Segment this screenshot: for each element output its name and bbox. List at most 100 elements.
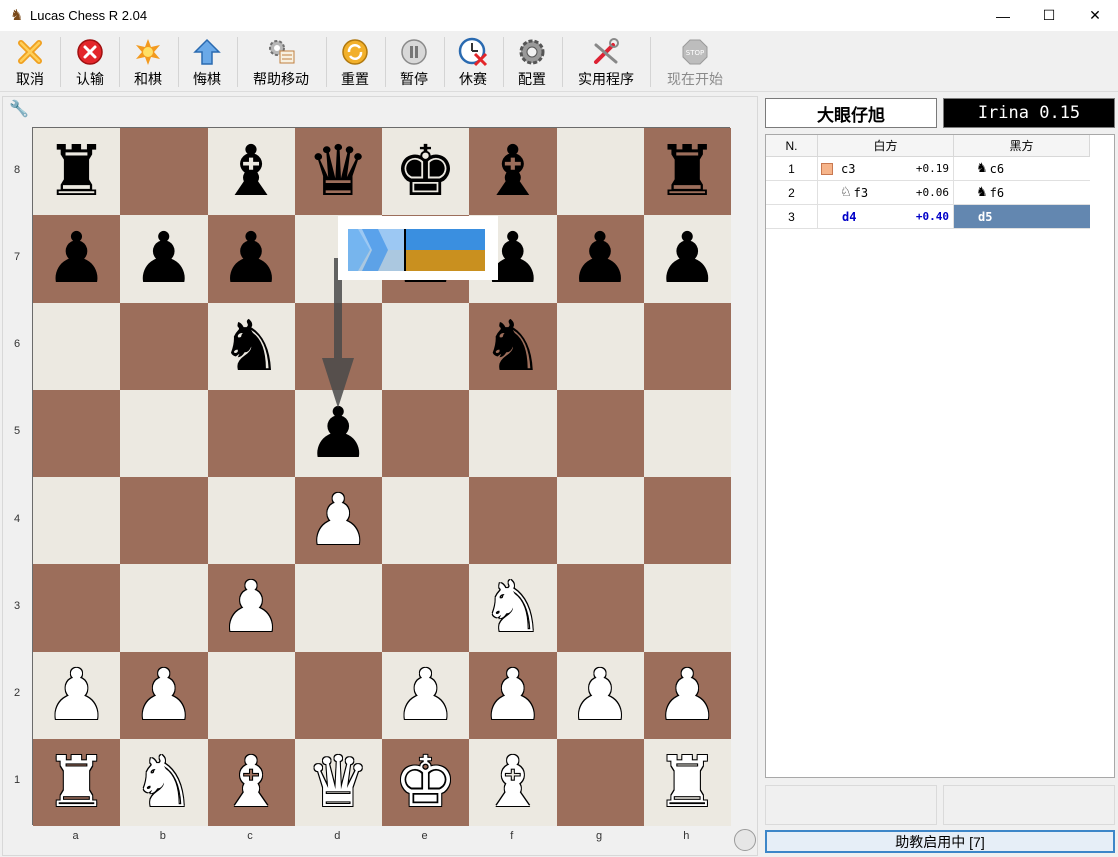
white-queen-d1[interactable]: ♛ <box>295 739 382 826</box>
tutor-status[interactable]: 助教启用中 [7] <box>765 830 1115 853</box>
square-d6[interactable] <box>294 302 382 390</box>
adjourn-button[interactable]: 休赛 <box>449 33 497 89</box>
white-move-san: f3 <box>853 185 869 200</box>
square-e3[interactable] <box>382 564 470 652</box>
square-a3[interactable] <box>33 564 121 652</box>
white-move-cell[interactable]: d4 +0.40 <box>818 205 954 228</box>
square-a4[interactable] <box>33 477 121 565</box>
pause-button[interactable]: 暂停 <box>390 33 438 89</box>
resign-red-circle-icon <box>75 37 105 67</box>
white-bishop-f1[interactable]: ♝ <box>469 739 556 826</box>
white-pawn-c3[interactable]: ♟ <box>208 564 295 651</box>
square-d3[interactable] <box>294 564 382 652</box>
main-toolbar: 取消 认输 和棋 悔棋 帮助移动 重置 暂停 休赛 配置 实用程序 STOP 现… <box>0 31 1118 92</box>
wrench-icon[interactable]: 🔧 <box>9 99 29 118</box>
config-label: 配置 <box>518 71 546 87</box>
square-a6[interactable] <box>33 302 121 390</box>
black-move-cell[interactable]: ♞ f6 <box>954 181 1090 204</box>
black-pawn-c7[interactable]: ♟ <box>208 215 295 302</box>
black-rook-h8[interactable]: ♜ <box>644 128 731 215</box>
square-h4[interactable] <box>643 477 731 565</box>
black-rook-a8[interactable]: ♜ <box>33 128 120 215</box>
draw-star-icon <box>133 37 163 67</box>
square-e6[interactable] <box>382 302 470 390</box>
square-h5[interactable] <box>643 389 731 477</box>
square-g8[interactable] <box>556 128 644 216</box>
black-bishop-f8[interactable]: ♝ <box>469 128 556 215</box>
draw-button[interactable]: 和棋 <box>124 33 172 89</box>
white-pawn-b2[interactable]: ♟ <box>120 652 207 739</box>
square-g5[interactable] <box>556 389 644 477</box>
maximize-button[interactable]: ☐ <box>1026 0 1072 31</box>
white-rook-a1[interactable]: ♜ <box>33 739 120 826</box>
resign-button[interactable]: 认输 <box>66 33 114 89</box>
square-g3[interactable] <box>556 564 644 652</box>
square-g4[interactable] <box>556 477 644 565</box>
black-pawn-a7[interactable]: ♟ <box>33 215 120 302</box>
black-knight-c6[interactable]: ♞ <box>208 303 295 390</box>
square-c4[interactable] <box>207 477 295 565</box>
black-pawn-d5[interactable]: ♟ <box>295 390 382 477</box>
black-queen-d8[interactable]: ♛ <box>295 128 382 215</box>
black-move-cell[interactable]: d5 <box>954 205 1090 228</box>
black-bishop-c8[interactable]: ♝ <box>208 128 295 215</box>
white-pawn-d4[interactable]: ♟ <box>295 477 382 564</box>
black-pawn-h7[interactable]: ♟ <box>644 215 731 302</box>
draw-label: 和棋 <box>134 71 162 87</box>
column-header-num[interactable]: N. <box>766 135 818 157</box>
help-move-button[interactable]: 帮助移动 <box>246 33 316 89</box>
square-c2[interactable] <box>207 651 295 739</box>
square-b6[interactable] <box>120 302 208 390</box>
square-h6[interactable] <box>643 302 731 390</box>
config-button[interactable]: 配置 <box>508 33 556 89</box>
book-marker-icon <box>821 162 833 175</box>
white-pawn-g2[interactable]: ♟ <box>557 652 644 739</box>
square-f5[interactable] <box>469 389 557 477</box>
black-pawn-g7[interactable]: ♟ <box>557 215 644 302</box>
square-c5[interactable] <box>207 389 295 477</box>
toolbar-separator <box>503 37 504 87</box>
takeback-button[interactable]: 悔棋 <box>183 33 231 89</box>
table-row[interactable]: 2 ♘ f3 +0.06 ♞ f6 <box>766 181 1090 205</box>
white-pawn-h2[interactable]: ♟ <box>644 652 731 739</box>
start-now-button[interactable]: STOP 现在开始 <box>660 33 730 89</box>
white-pawn-a2[interactable]: ♟ <box>33 652 120 739</box>
white-knight-f3[interactable]: ♞ <box>469 564 556 651</box>
square-f4[interactable] <box>469 477 557 565</box>
cancel-button[interactable]: 取消 <box>6 33 54 89</box>
white-pawn-f2[interactable]: ♟ <box>469 652 556 739</box>
square-e5[interactable] <box>382 389 470 477</box>
square-a5[interactable] <box>33 389 121 477</box>
black-king-e8[interactable]: ♚ <box>382 128 469 215</box>
reset-button[interactable]: 重置 <box>331 33 379 89</box>
white-king-e1[interactable]: ♚ <box>382 739 469 826</box>
black-pawn-b7[interactable]: ♟ <box>120 215 207 302</box>
square-b5[interactable] <box>120 389 208 477</box>
column-header-black[interactable]: 黑方 <box>954 135 1090 157</box>
close-button[interactable]: ✕ <box>1072 0 1118 31</box>
square-b4[interactable] <box>120 477 208 565</box>
white-move-cell[interactable]: ♘ f3 +0.06 <box>818 181 954 204</box>
white-pawn-e2[interactable]: ♟ <box>382 652 469 739</box>
utilities-button[interactable]: 实用程序 <box>570 33 642 89</box>
square-g1[interactable] <box>556 738 644 826</box>
board-orientation-button[interactable] <box>734 829 756 851</box>
square-h3[interactable] <box>643 564 731 652</box>
white-bishop-c1[interactable]: ♝ <box>208 739 295 826</box>
table-row[interactable]: 3 d4 +0.40 d5 <box>766 205 1090 229</box>
square-b8[interactable] <box>120 128 208 216</box>
column-header-white[interactable]: 白方 <box>818 135 954 157</box>
minimize-button[interactable]: — <box>980 0 1026 31</box>
black-knight-f6[interactable]: ♞ <box>469 303 556 390</box>
square-e4[interactable] <box>382 477 470 565</box>
square-b3[interactable] <box>120 564 208 652</box>
square-g6[interactable] <box>556 302 644 390</box>
square-d2[interactable] <box>294 651 382 739</box>
white-move-cell[interactable]: c3 +0.19 <box>818 157 954 180</box>
white-knight-b1[interactable]: ♞ <box>120 739 207 826</box>
table-row[interactable]: 1 c3 +0.19 ♞ c6 <box>766 157 1090 181</box>
moves-table[interactable]: N. 白方 黑方 1 c3 +0.19 ♞ c6 2 ♘ f3 +0.06 ♞ <box>765 134 1115 778</box>
black-move-cell[interactable]: ♞ c6 <box>954 157 1090 180</box>
white-rook-h1[interactable]: ♜ <box>644 739 731 826</box>
svg-text:STOP: STOP <box>686 49 704 57</box>
